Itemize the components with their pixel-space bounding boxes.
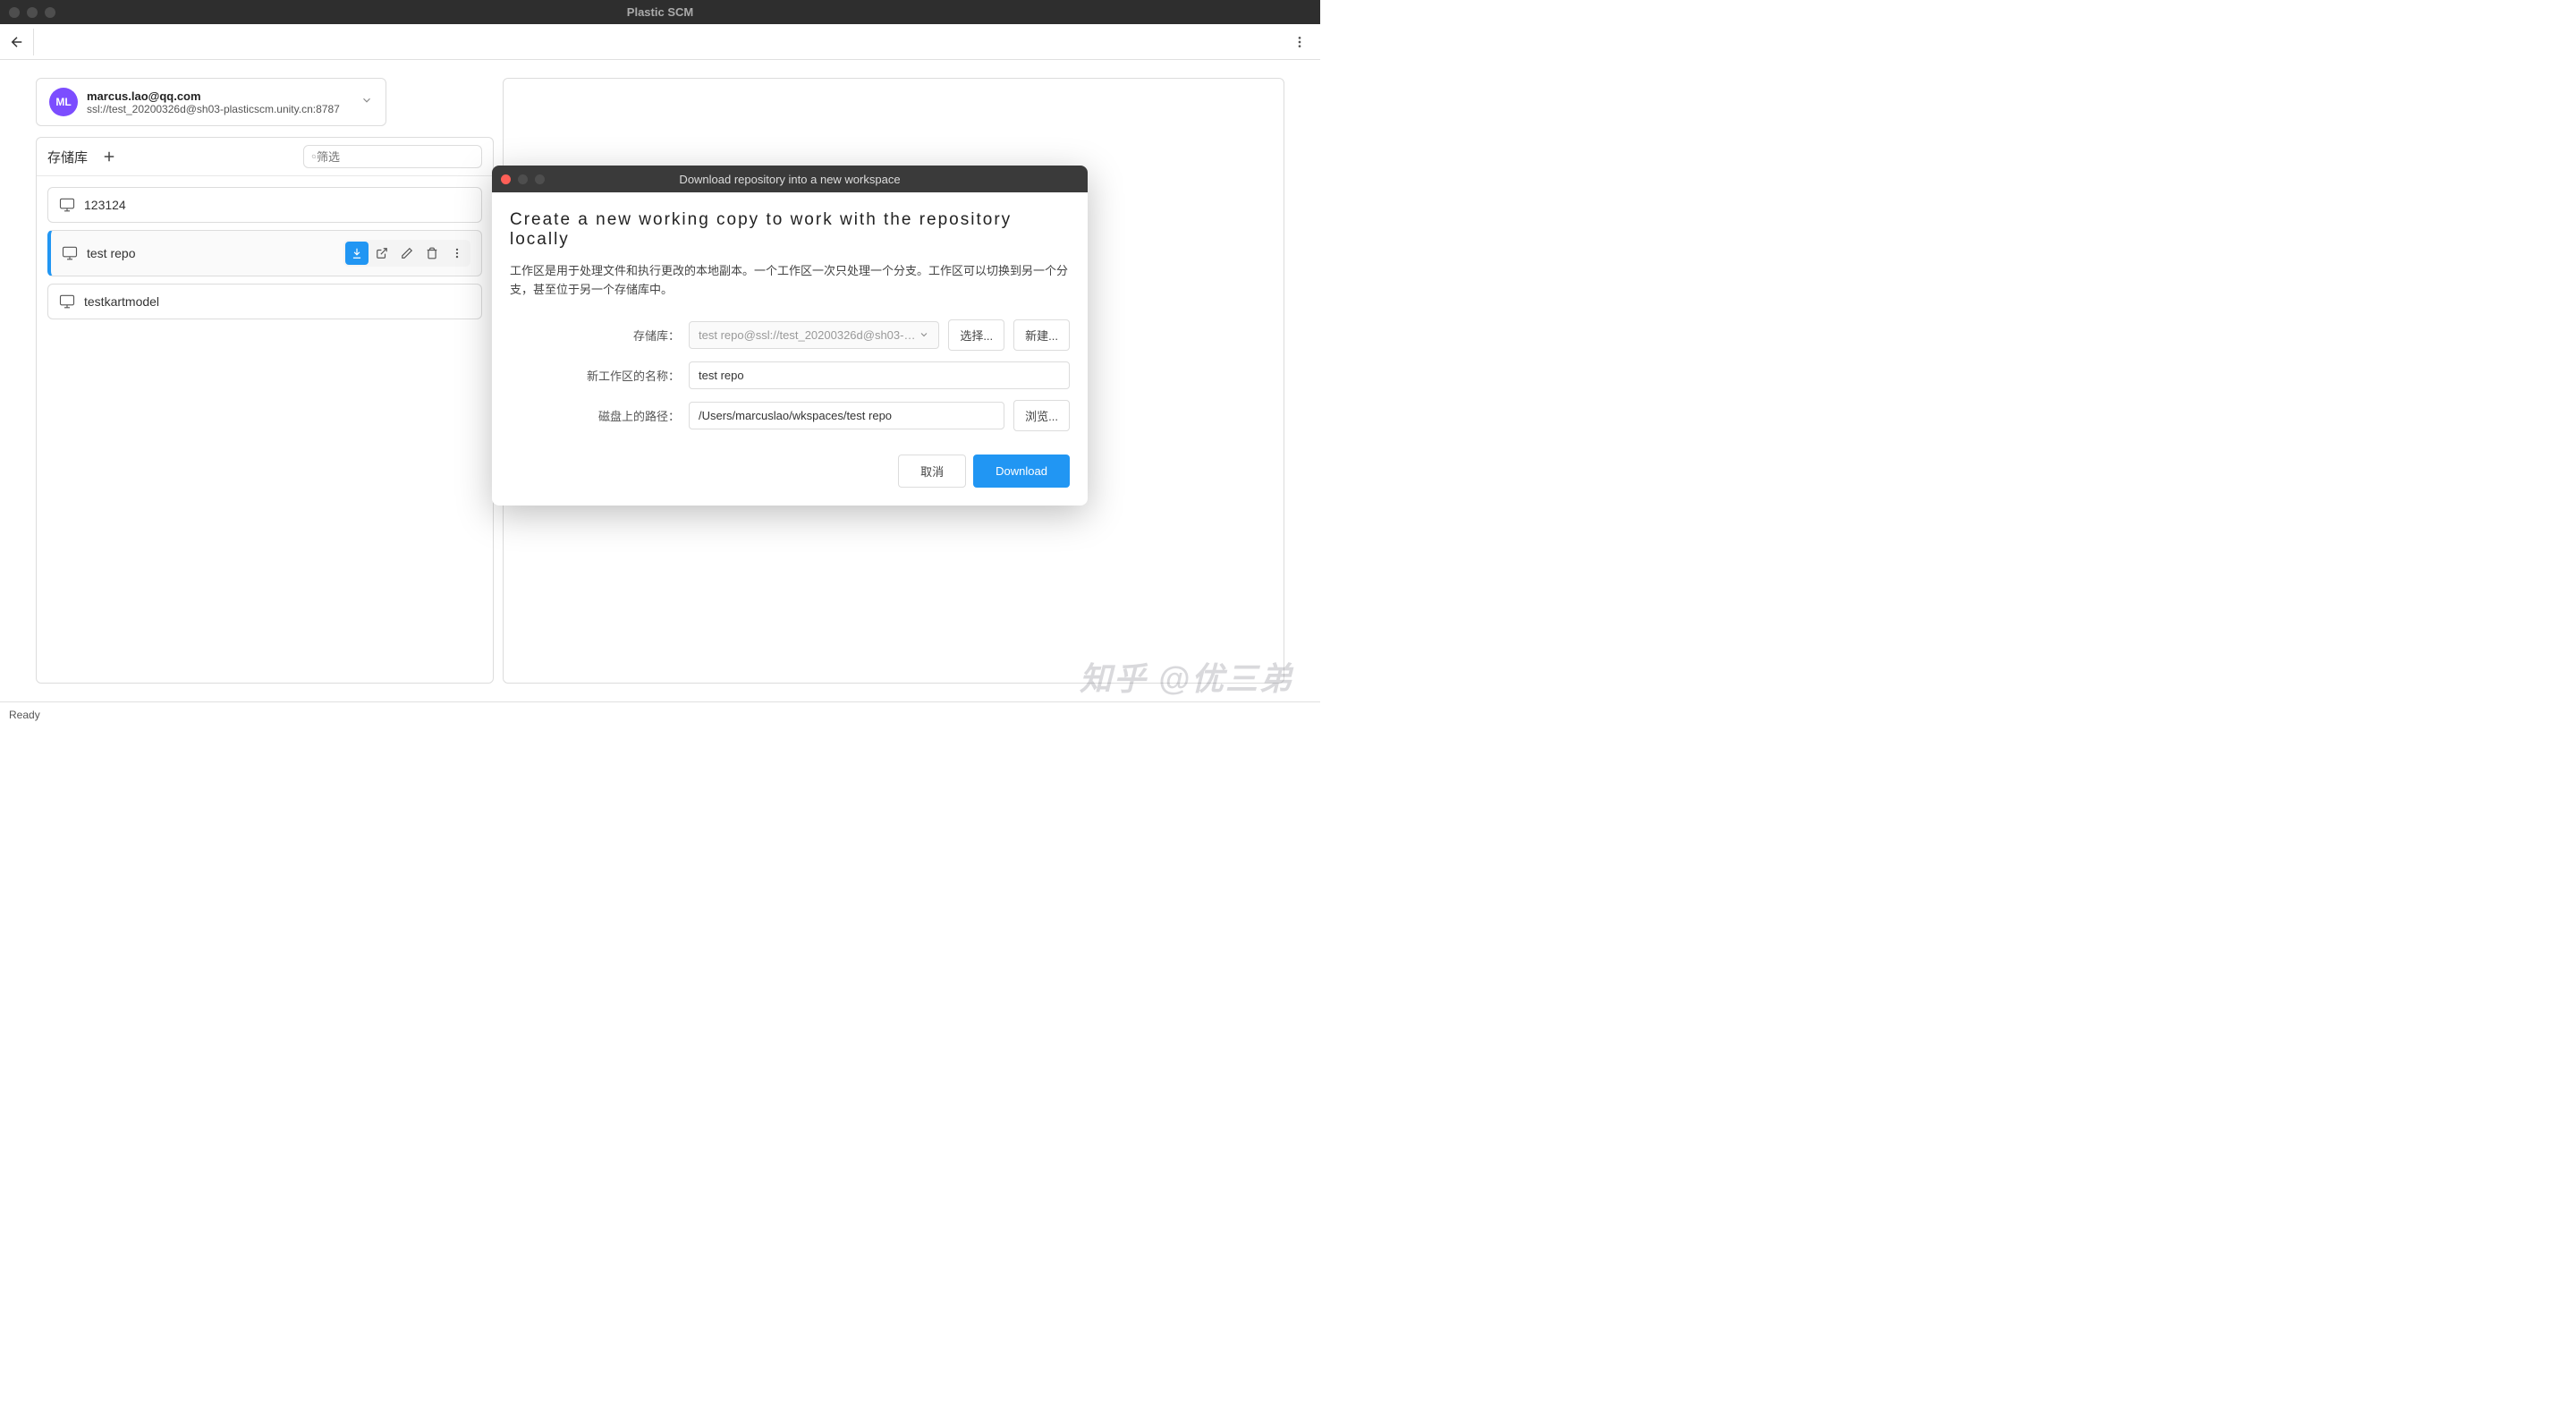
repo-name: testkartmodel: [84, 294, 470, 309]
modal-title: Download repository into a new workspace: [679, 173, 900, 186]
plus-icon: [101, 149, 117, 165]
download-button[interactable]: Download: [973, 455, 1070, 488]
status-text: Ready: [9, 709, 40, 721]
maximize-window-icon[interactable]: [45, 7, 55, 18]
monitor-icon: [59, 293, 75, 310]
cancel-button[interactable]: 取消: [898, 455, 966, 488]
search-field[interactable]: [303, 145, 482, 168]
watermark: 知乎 @优三弟: [1080, 653, 1293, 700]
chevron-down-icon: [919, 329, 929, 340]
panel-title: 存储库: [47, 148, 88, 166]
download-repo-button[interactable]: [345, 242, 369, 265]
repo-name: 123124: [84, 198, 470, 212]
external-link-icon: [376, 247, 388, 259]
repo-select[interactable]: test repo@ssl://test_20200326d@sh03-plas: [689, 321, 939, 349]
trash-icon: [426, 247, 438, 259]
search-input[interactable]: [317, 150, 474, 164]
minimize-window-icon[interactable]: [27, 7, 38, 18]
download-modal: Download repository into a new workspace…: [492, 166, 1088, 506]
toolbar: [0, 24, 1320, 60]
path-input[interactable]: [689, 402, 1004, 429]
repositories-panel: 存储库 123124 test repo: [36, 137, 494, 684]
account-server: ssl://test_20200326d@sh03-plasticscm.uni…: [87, 103, 352, 115]
select-repo-button[interactable]: 选择...: [948, 319, 1004, 351]
repo-name: test repo: [87, 246, 335, 260]
modal-heading: Create a new working copy to work with t…: [510, 210, 1070, 250]
add-repo-button[interactable]: [98, 146, 120, 167]
edit-repo-button[interactable]: [395, 242, 419, 265]
pencil-icon: [401, 247, 413, 259]
close-window-icon[interactable]: [9, 7, 20, 18]
download-icon: [351, 247, 363, 259]
workspace-name-label: 新工作区的名称：: [510, 367, 680, 384]
kebab-icon: [1292, 35, 1307, 49]
chevron-down-icon: [360, 94, 373, 111]
modal-titlebar: Download repository into a new workspace: [492, 166, 1088, 192]
status-bar: Ready: [0, 701, 1320, 726]
browse-button[interactable]: 浏览...: [1013, 400, 1070, 431]
new-repo-button[interactable]: 新建...: [1013, 319, 1070, 351]
path-label: 磁盘上的路径：: [510, 407, 680, 424]
menu-button[interactable]: [1286, 29, 1313, 55]
monitor-icon: [59, 197, 75, 213]
modal-close-icon[interactable]: [501, 174, 511, 184]
modal-minimize-icon: [518, 174, 528, 184]
repo-item-selected[interactable]: test repo: [47, 230, 482, 276]
monitor-icon: [62, 245, 78, 261]
repo-field-label: 存储库：: [510, 327, 680, 344]
back-button[interactable]: [7, 29, 34, 55]
account-email: marcus.lao@qq.com: [87, 89, 352, 103]
delete-repo-button[interactable]: [420, 242, 444, 265]
window-title: Plastic SCM: [627, 5, 693, 19]
repo-item[interactable]: 123124: [47, 187, 482, 223]
workspace-name-input[interactable]: [689, 361, 1070, 389]
window-titlebar: Plastic SCM: [0, 0, 1320, 24]
repo-item[interactable]: testkartmodel: [47, 284, 482, 319]
avatar: ML: [49, 88, 78, 116]
account-selector[interactable]: ML marcus.lao@qq.com ssl://test_20200326…: [36, 78, 386, 126]
kebab-icon: [451, 247, 463, 259]
arrow-left-icon: [9, 34, 25, 50]
modal-maximize-icon: [535, 174, 545, 184]
modal-description: 工作区是用于处理文件和执行更改的本地副本。一个工作区一次只处理一个分支。工作区可…: [510, 262, 1070, 300]
more-repo-button[interactable]: [445, 242, 469, 265]
open-external-button[interactable]: [370, 242, 394, 265]
